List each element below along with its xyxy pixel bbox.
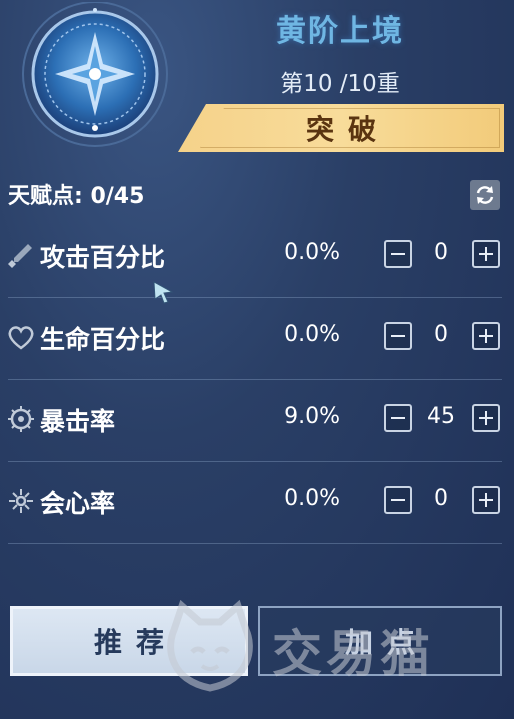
stat-name: 攻击百分比 [40,243,166,272]
sword-icon [8,244,32,268]
rank-stage: 第10 /10重 [280,71,400,97]
talent-points: 天赋点: 0/45 [8,184,145,209]
decrement-button[interactable] [384,486,412,514]
sparkle-icon [9,489,33,513]
recommend-label: 推荐 [93,626,178,659]
stat-row-crit-rate: 暴击率 9.0% 45 [0,380,514,462]
heart-icon [8,326,34,350]
breakthrough-button[interactable]: 突破 [178,104,504,152]
stat-row-critical-heart: 会心率 0.0% 0 [0,462,514,544]
decrement-button[interactable] [384,240,412,268]
decrement-button[interactable] [384,404,412,432]
crit-gear-icon [8,406,34,432]
mouse-cursor-icon [153,281,174,304]
stat-value: 0.0% [284,486,340,511]
stat-name: 生命百分比 [40,325,166,354]
stat-row-health: 生命百分比 0.0% 0 [0,298,514,380]
increment-button[interactable] [472,240,500,268]
increment-button[interactable] [472,486,500,514]
stat-name: 暴击率 [40,407,116,436]
refresh-icon [476,186,494,204]
stat-points: 45 [427,404,455,429]
increment-button[interactable] [472,322,500,350]
stat-points: 0 [434,322,448,347]
stat-value: 0.0% [284,322,340,347]
stat-value: 9.0% [284,404,340,429]
decrement-button[interactable] [384,322,412,350]
stat-points: 0 [434,486,448,511]
increment-button[interactable] [472,404,500,432]
reset-button[interactable] [470,180,500,210]
stat-row-attack: 攻击百分比 0.0% 0 [0,216,514,298]
rank-emblem [20,1,170,152]
add-points-button[interactable]: 加点 [258,606,502,676]
add-points-label: 加点 [344,626,429,659]
rank-title: 黄阶上境 [276,14,404,49]
stat-name: 会心率 [40,489,116,518]
row-divider [8,543,502,544]
recommend-button[interactable]: 推荐 [10,606,248,676]
stat-value: 0.0% [284,240,340,265]
breakthrough-label: 突破 [305,113,390,146]
stat-points: 0 [434,240,448,265]
